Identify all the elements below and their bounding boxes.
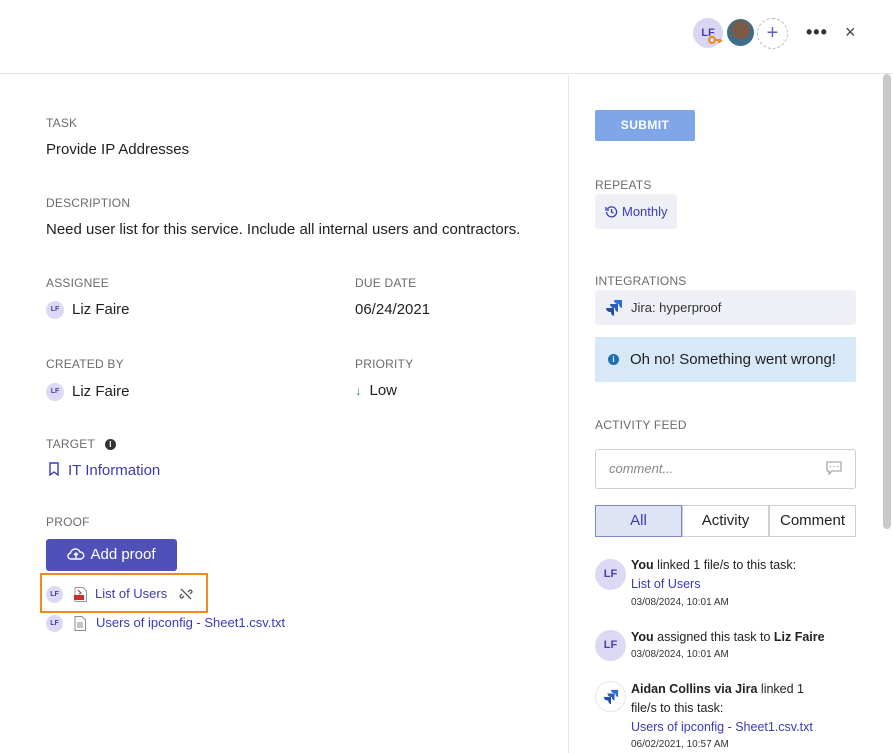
arrow-down-icon: ↓ — [355, 383, 362, 398]
created-by-value: LF Liz Faire — [46, 383, 130, 402]
description-text: Need user list for this service. Include… — [46, 221, 521, 238]
feed-item: You linked 1 file/s to this task: List o… — [631, 556, 851, 594]
feed-target-link[interactable]: List of Users — [631, 577, 700, 591]
integration-value: Jira: hyperproof — [631, 300, 722, 315]
jira-integration[interactable]: Jira: hyperproof — [595, 290, 856, 325]
close-icon[interactable]: × — [845, 23, 861, 41]
pdf-icon — [74, 587, 87, 603]
priority-value[interactable]: ↓ Low — [355, 382, 397, 399]
feed-avatar-jira — [595, 681, 626, 712]
member-avatar-photo[interactable] — [725, 17, 756, 48]
proof-file-avatar: LF — [46, 615, 63, 633]
feed-target-link[interactable]: Users of ipconfig - Sheet1.csv.txt — [631, 720, 813, 734]
unlink-icon[interactable] — [179, 587, 193, 601]
key-icon — [708, 34, 724, 48]
creator-avatar: LF — [46, 383, 64, 402]
task-label: TASK — [46, 116, 78, 130]
target-label: TARGET i — [46, 437, 116, 451]
proof-file-row[interactable]: LF Users of ipconfig - Sheet1.csv.txt — [46, 614, 285, 633]
filter-activity[interactable]: Activity — [682, 505, 769, 537]
feed-timestamp: 03/08/2024, 10:01 AM — [631, 649, 729, 660]
filter-all[interactable]: All — [595, 505, 682, 537]
activity-feed-label: ACTIVITY FEED — [595, 418, 687, 432]
submit-button[interactable]: SUBMIT — [595, 110, 695, 141]
feed-timestamp: 03/08/2024, 10:01 AM — [631, 597, 729, 608]
task-title: Provide IP Addresses — [46, 141, 190, 158]
feed-action: linked 1 file/s to this task: — [653, 558, 797, 572]
add-member-button[interactable]: + — [757, 18, 788, 49]
priority-label: PRIORITY — [355, 357, 414, 371]
comment-icon[interactable] — [826, 461, 842, 475]
created-by-label: CREATED BY — [46, 357, 124, 371]
feed-actor: Aidan Collins via Jira — [631, 682, 758, 696]
feed-avatar: LF — [595, 559, 626, 590]
feed-item: Aidan Collins via Jira linked 1 file/s t… — [631, 680, 831, 737]
info-icon[interactable]: i — [104, 439, 116, 451]
assignee-name: Liz Faire — [72, 301, 130, 318]
feed-actor: You — [631, 630, 654, 644]
document-icon — [74, 616, 86, 632]
proof-file-row[interactable]: LF List of Users — [46, 585, 193, 604]
description-label: DESCRIPTION — [46, 196, 131, 210]
feed-timestamp: 06/02/2021, 10:57 AM — [631, 739, 729, 750]
feed-item: You assigned this task to Liz Faire — [631, 628, 851, 647]
target-name: IT Information — [68, 462, 161, 479]
proof-file-name[interactable]: Users of ipconfig - Sheet1.csv.txt — [96, 615, 285, 630]
due-date-value[interactable]: 06/24/2021 — [355, 301, 430, 318]
assignee-value[interactable]: LF Liz Faire — [46, 301, 130, 320]
more-options-icon[interactable]: ••• — [806, 22, 827, 42]
feed-actor: You — [631, 558, 654, 572]
comment-placeholder: comment... — [609, 461, 674, 476]
feed-target: Liz Faire — [773, 630, 825, 644]
due-date-label: DUE DATE — [355, 276, 417, 290]
integrations-label: INTEGRATIONS — [595, 274, 687, 288]
error-message: Oh no! Something went wrong! — [630, 351, 836, 368]
assignee-label: ASSIGNEE — [46, 276, 109, 290]
jira-icon — [603, 689, 618, 705]
proof-file-avatar: LF — [46, 586, 63, 604]
feed-avatar: LF — [595, 630, 626, 661]
feed-action: assigned this task to — [653, 630, 774, 644]
jira-icon — [606, 300, 622, 316]
proof-label: PROOF — [46, 515, 90, 529]
priority-text: Low — [369, 382, 398, 399]
add-proof-button[interactable]: Add proof — [46, 539, 177, 571]
target-label-text: TARGET — [46, 437, 95, 451]
info-icon: i — [608, 354, 619, 365]
filter-comment[interactable]: Comment — [769, 505, 856, 537]
comment-input[interactable]: comment... — [595, 449, 856, 489]
repeats-label: REPEATS — [595, 178, 652, 192]
error-banner: i Oh no! Something went wrong! — [595, 337, 856, 382]
assignee-avatar: LF — [46, 301, 64, 320]
top-bar: LF + ••• × — [0, 0, 893, 74]
cloud-upload-icon — [67, 548, 85, 560]
add-proof-label: Add proof — [90, 546, 156, 563]
bookmark-icon — [49, 462, 59, 477]
history-icon — [605, 206, 618, 218]
repeats-value: Monthly — [622, 204, 668, 219]
target-link[interactable]: IT Information — [48, 462, 160, 479]
panel-divider — [568, 75, 569, 753]
repeats-chip[interactable]: Monthly — [595, 194, 677, 229]
proof-file-name[interactable]: List of Users — [95, 586, 167, 601]
scrollbar[interactable] — [883, 74, 891, 529]
creator-name: Liz Faire — [72, 383, 130, 400]
